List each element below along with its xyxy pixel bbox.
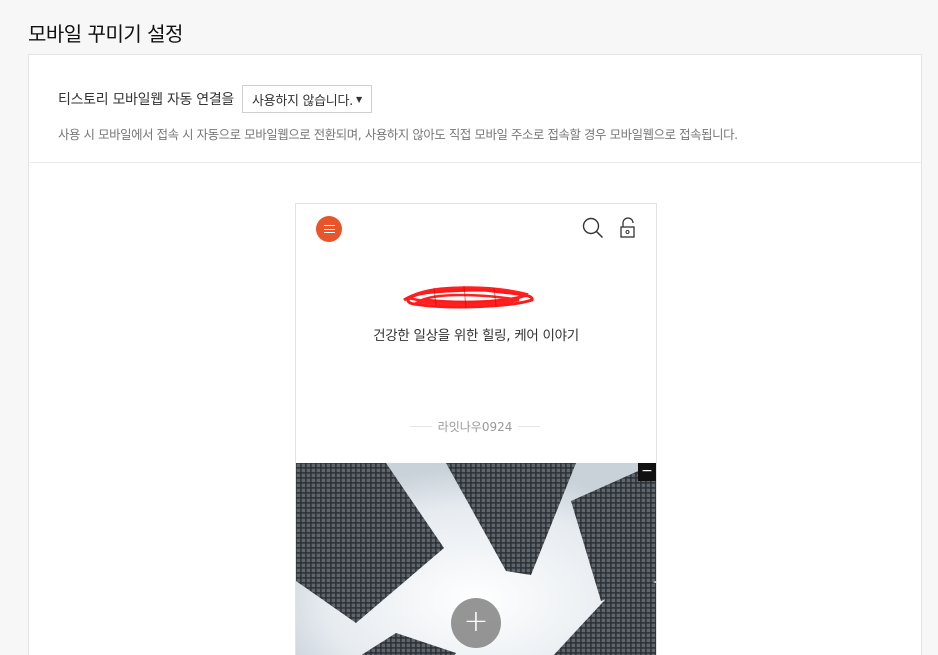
mobile-autoconnect-select[interactable]: 사용하지 않습니다. ▼ — [242, 85, 372, 113]
settings-panel: 티스토리 모바일웹 자동 연결을 사용하지 않습니다. ▼ 사용 시 모바일에서… — [28, 54, 922, 655]
mobile-preview: 건강한 일상을 위한 힐링, 케어 이야기 라잇나우0924 − + — [295, 203, 657, 655]
plus-icon[interactable]: + — [451, 598, 501, 648]
mobile-autoconnect-label: 티스토리 모바일웹 자동 연결을 — [58, 92, 234, 108]
menu-icon[interactable] — [316, 216, 342, 242]
caret-down-icon: ▼ — [355, 94, 362, 104]
author-row: 라잇나우0924 — [410, 418, 541, 435]
divider — [410, 426, 432, 427]
lock-icon[interactable] — [619, 217, 637, 239]
mobile-autoconnect-row: 티스토리 모바일웹 자동 연결을 사용하지 않습니다. ▼ — [58, 85, 372, 113]
blog-description: 건강한 일상을 위한 힐링, 케어 이야기 — [373, 328, 579, 344]
redacted-blog-title — [403, 285, 534, 309]
divider — [29, 162, 921, 163]
setting-description: 사용 시 모바일에서 접속 시 자동으로 모바일웹으로 전환되며, 사용하지 않… — [58, 127, 738, 142]
select-value: 사용하지 않습니다. — [252, 93, 353, 109]
minus-icon[interactable]: − — [638, 463, 656, 481]
author-name: 라잇나우0924 — [437, 420, 513, 434]
divider — [518, 426, 541, 427]
search-icon[interactable] — [582, 217, 604, 239]
cover-image: − + — [296, 463, 656, 655]
page-title: 모바일 꾸미기 설정 — [28, 22, 183, 46]
